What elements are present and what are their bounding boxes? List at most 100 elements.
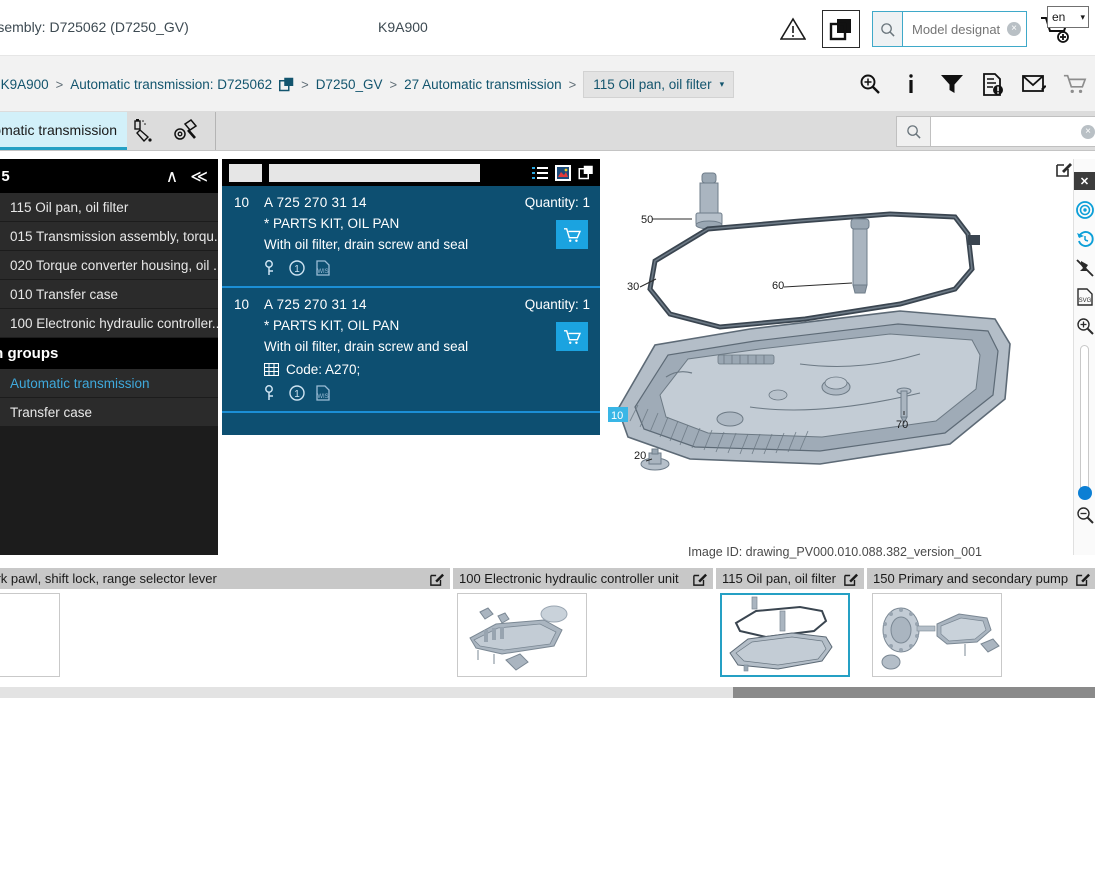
thumbnail-item[interactable]: 150 Primary and secondary pump xyxy=(867,568,1095,677)
filter-icon[interactable] xyxy=(940,71,964,97)
sidebar-group-automatic-transmission[interactable]: Automatic transmission xyxy=(0,369,218,398)
sidebar-title: p 5 xyxy=(0,167,10,185)
tab-label: tomatic transmission xyxy=(0,121,117,138)
sidebar-item-4[interactable]: 100 Electronic hydraulic controller... xyxy=(0,309,218,338)
zoom-in-icon[interactable] xyxy=(1076,317,1094,335)
thumbnail-item[interactable]: 115 Oil pan, oil filter xyxy=(716,568,864,677)
sidebar-item-3[interactable]: 010 Transfer case xyxy=(0,280,218,309)
copy-icon[interactable] xyxy=(279,77,294,92)
breadcrumb-item-2[interactable]: D7250_GV xyxy=(316,77,383,92)
zoom-slider[interactable] xyxy=(1078,345,1092,500)
part-code-label: Code: A270; xyxy=(286,362,361,377)
svg-text:WIS: WIS xyxy=(317,269,328,275)
thumbnail-image[interactable] xyxy=(0,593,60,677)
edit-pencil-icon[interactable] xyxy=(693,572,707,586)
breadcrumb-item-0[interactable]: K9A900 xyxy=(1,77,49,92)
part-header-row: 10 A 725 270 31 14 Quantity: 1 xyxy=(234,297,590,312)
thumbnail-item[interactable]: 100 Electronic hydraulic controller unit xyxy=(453,568,713,677)
thumbnail-item[interactable]: ission housing, output flange, park pawl… xyxy=(0,568,450,677)
sidebar-item-2[interactable]: 020 Torque converter housing, oil ... xyxy=(0,251,218,280)
add-to-cart-button[interactable] xyxy=(556,322,588,351)
thumbnail-label-bar[interactable]: 150 Primary and secondary pump xyxy=(867,568,1095,589)
paint-spray-icon[interactable] xyxy=(131,119,157,143)
thumbnail-image[interactable] xyxy=(872,593,1002,677)
part-row[interactable]: 10 A 725 270 31 14 Quantity: 1 * PARTS K… xyxy=(222,186,600,288)
sidebar-section-title: in groups xyxy=(0,338,218,369)
language-selector[interactable]: en ▾ xyxy=(1047,6,1089,28)
clear-icon[interactable]: × xyxy=(1081,124,1095,139)
key-icon[interactable] xyxy=(264,385,278,401)
zoom-slider-knob[interactable] xyxy=(1078,486,1092,500)
thumbnail-label-bar[interactable]: 115 Oil pan, oil filter xyxy=(716,568,864,589)
edit-pencil-icon[interactable] xyxy=(1076,572,1091,586)
info-icon[interactable] xyxy=(899,71,923,97)
edit-pencil-icon[interactable] xyxy=(1056,161,1072,182)
parts-diagram[interactable]: 50 30 60 10 70 20 xyxy=(600,159,1070,555)
history-undo-icon[interactable] xyxy=(1076,230,1094,248)
thumbnail-label-bar[interactable]: 100 Electronic hydraulic controller unit xyxy=(453,568,713,589)
info-circle-icon[interactable]: 1 xyxy=(289,260,305,276)
svg-text:SVG: SVG xyxy=(1078,298,1091,304)
part-description: With oil filter, drain screw and seal xyxy=(264,339,469,354)
part-number: A 725 270 31 14 xyxy=(264,195,367,210)
breadcrumb-item-3[interactable]: 27 Automatic transmission xyxy=(404,77,562,92)
zoom-out-icon[interactable] xyxy=(1076,506,1094,524)
collapse-up-icon[interactable]: ∧ xyxy=(166,168,178,185)
parts-header-bar xyxy=(268,162,481,183)
copy-icon[interactable] xyxy=(822,10,860,48)
diagram-callout-20[interactable]: 20 xyxy=(634,450,646,462)
info-circle-icon[interactable]: 1 xyxy=(289,385,305,401)
image-view-icon[interactable] xyxy=(555,164,571,181)
sidebar-item-1[interactable]: 015 Transmission assembly, torqu... xyxy=(0,222,218,251)
diagram-callout-70[interactable]: 70 xyxy=(896,419,908,431)
edit-pencil-icon[interactable] xyxy=(844,572,858,586)
collapse-left-icon[interactable]: ≪ xyxy=(190,168,208,185)
svg-text:WIS: WIS xyxy=(317,394,328,400)
breadcrumb-current-dropdown[interactable]: 115 Oil pan, oil filter ▾ xyxy=(583,70,735,98)
thumbnail-image-selected[interactable] xyxy=(720,593,850,677)
add-to-cart-button[interactable] xyxy=(556,220,588,249)
diagram-callout-10[interactable]: 10 xyxy=(611,410,623,422)
edit-pencil-icon[interactable] xyxy=(430,572,444,586)
mail-edit-icon[interactable] xyxy=(1022,71,1046,97)
search-icon[interactable] xyxy=(873,12,903,46)
copy-icon[interactable] xyxy=(578,165,594,180)
wis-document-icon[interactable]: WIS xyxy=(316,260,330,276)
warning-triangle-icon[interactable] xyxy=(776,12,810,46)
part-row[interactable]: 10 A 725 270 31 14 Quantity: 1 * PARTS K… xyxy=(222,288,600,413)
wis-document-icon[interactable]: WIS xyxy=(316,385,330,401)
thumbnail-image[interactable] xyxy=(457,593,587,677)
tab-strip: tomatic transmission × xyxy=(0,112,1095,151)
document-alert-icon[interactable] xyxy=(981,71,1005,97)
sidebar-item-0[interactable]: 115 Oil pan, oil filter xyxy=(0,193,218,222)
breadcrumb-separator: > xyxy=(568,76,577,92)
list-view-icon[interactable] xyxy=(532,166,548,180)
sidebar-group-transfer-case[interactable]: Transfer case xyxy=(0,398,218,427)
tab-search-wrap: × xyxy=(931,117,1095,146)
tab-automatic-transmission[interactable]: tomatic transmission xyxy=(0,112,127,150)
part-name: * PARTS KIT, OIL PAN xyxy=(264,318,400,333)
horizontal-scrollbar[interactable] xyxy=(0,687,1095,698)
key-icon[interactable] xyxy=(264,260,278,276)
close-icon[interactable]: ✕ xyxy=(1073,172,1095,190)
parts-panel-header xyxy=(222,159,600,186)
unpin-icon[interactable] xyxy=(1075,259,1094,277)
diagram-callout-30[interactable]: 30 xyxy=(627,281,639,293)
svg-text:1: 1 xyxy=(294,264,300,275)
tab-search: × xyxy=(896,116,1095,147)
part-footer-icons: 1 WIS xyxy=(264,260,590,276)
chevron-down-icon: ▾ xyxy=(719,78,725,89)
diagram-callout-50[interactable]: 50 xyxy=(641,214,653,226)
zoom-search-icon[interactable] xyxy=(858,71,882,97)
svg-export-icon[interactable]: SVG xyxy=(1076,288,1093,306)
bolt-wrench-icon[interactable] xyxy=(173,119,201,143)
scrollbar-thumb[interactable] xyxy=(733,687,1095,698)
cart-icon[interactable] xyxy=(1063,71,1087,97)
thumbnail-label-bar[interactable]: ission housing, output flange, park pawl… xyxy=(0,568,450,589)
tab-search-input[interactable] xyxy=(931,117,1095,146)
diagram-callout-60[interactable]: 60 xyxy=(772,280,784,292)
breadcrumb-item-1[interactable]: Automatic transmission: D725062 xyxy=(70,77,272,92)
target-focus-icon[interactable] xyxy=(1075,201,1094,219)
search-icon[interactable] xyxy=(897,117,931,146)
clear-icon[interactable]: × xyxy=(1007,22,1021,36)
